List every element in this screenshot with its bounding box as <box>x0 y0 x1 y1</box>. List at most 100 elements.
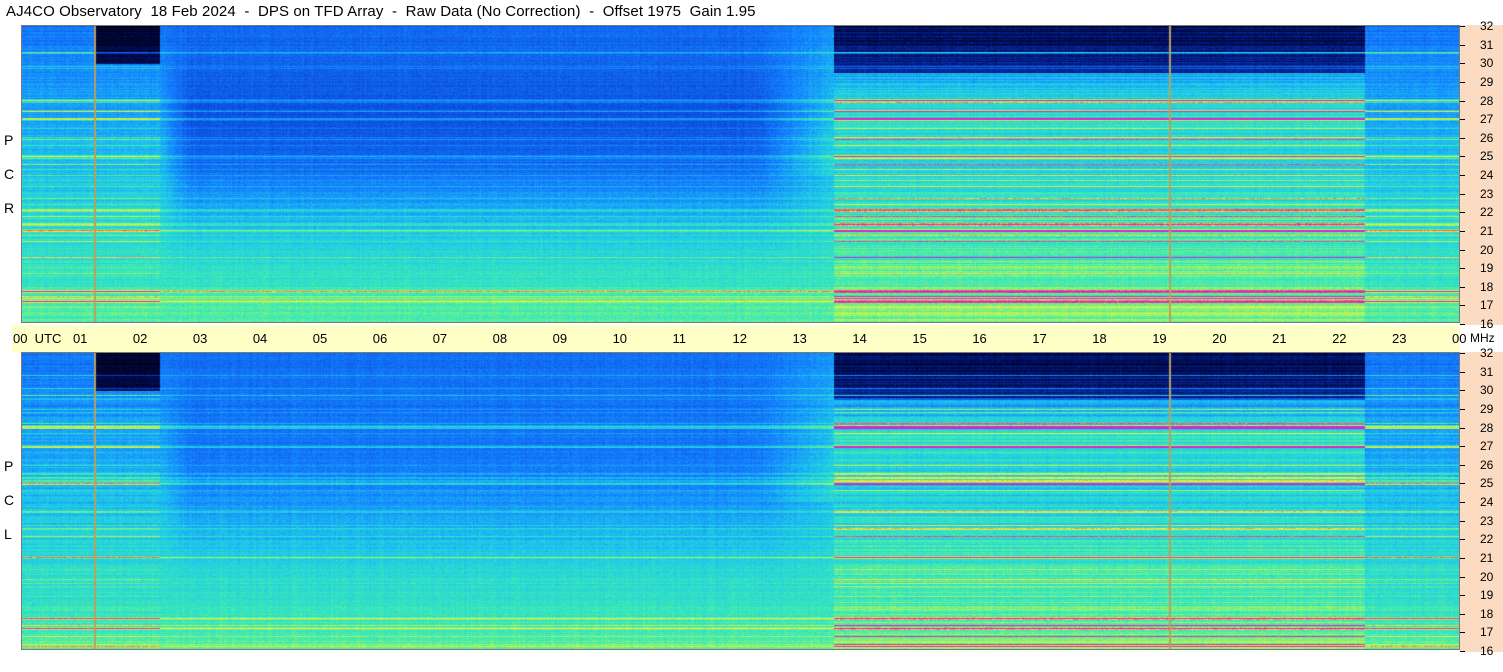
time-tick-24: 00 <box>1452 331 1467 346</box>
freq-tick-mark <box>1460 119 1465 121</box>
time-tick-16: 16 <box>972 331 987 346</box>
freq-tick-label-26: 26 <box>1480 130 1494 145</box>
freq-tick-label-32: 32 <box>1480 346 1494 360</box>
freq-tick-label-23: 23 <box>1480 513 1494 528</box>
freq-tick-mark <box>1460 230 1465 232</box>
time-tick-3: 03 <box>192 331 208 346</box>
lcp-label-3: L <box>4 526 12 542</box>
freq-tick-label-17: 17 <box>1480 625 1494 640</box>
freq-tick-label-19: 19 <box>1480 261 1494 276</box>
rcp-frequency-axis: 32 31 30 29 28 27 26 25 24 23 22 21 20 19 18 17 16 <box>1460 20 1503 330</box>
freq-tick-mark <box>1460 632 1465 634</box>
time-tick-17: 17 <box>1032 331 1047 346</box>
freq-tick-mark <box>1460 576 1465 578</box>
freq-tick-label-29: 29 <box>1480 74 1494 89</box>
freq-tick-mark <box>1460 520 1465 522</box>
chart-title: AJ4CO Observatory 18 Feb 2024 - DPS on T… <box>6 3 756 20</box>
freq-tick-label-20: 20 <box>1480 242 1494 257</box>
freq-tick-mark <box>1460 175 1465 176</box>
freq-tick-label-32: 32 <box>1480 19 1494 33</box>
freq-tick-mark <box>1460 502 1465 503</box>
freq-tick-mark <box>1460 557 1465 559</box>
freq-tick-label-30: 30 <box>1480 56 1494 71</box>
time-tick-23: 23 <box>1392 331 1407 346</box>
freq-tick-mark <box>1460 268 1465 270</box>
time-tick-6: 06 <box>372 331 388 346</box>
freq-tick-mark <box>1460 63 1465 65</box>
freq-tick-label-17: 17 <box>1480 298 1494 313</box>
freq-tick-label-25: 25 <box>1480 149 1494 164</box>
rcp-label-1: P <box>4 132 14 148</box>
freq-tick-label-28: 28 <box>1480 93 1494 108</box>
time-tick-21: 21 <box>1272 331 1287 346</box>
freq-tick-mark <box>1460 595 1465 597</box>
rcp-label-3: R <box>4 200 15 216</box>
time-tick-5: 05 <box>312 331 328 346</box>
freq-tick-label-24: 24 <box>1480 495 1494 509</box>
time-tick-20: 20 <box>1212 331 1227 346</box>
lcp-spectrogram-canvas <box>22 353 1459 649</box>
freq-tick-label-22: 22 <box>1480 205 1494 220</box>
freq-tick-mark <box>1460 137 1465 139</box>
freq-tick-mark <box>1460 408 1465 410</box>
freq-tick-mark <box>1460 156 1465 158</box>
time-tick-4: 04 <box>252 331 268 346</box>
time-tick-12: 12 <box>732 331 747 346</box>
freq-tick-label-23: 23 <box>1480 186 1494 201</box>
freq-tick-mark <box>1460 286 1465 288</box>
freq-tick-label-21: 21 <box>1480 223 1494 238</box>
freq-tick-label-18: 18 <box>1480 606 1494 621</box>
freq-tick-label-31: 31 <box>1480 37 1494 52</box>
freq-tick-mark <box>1460 81 1465 83</box>
freq-tick-label-24: 24 <box>1480 168 1494 182</box>
freq-tick-label-19: 19 <box>1480 588 1494 603</box>
time-tick-11: 11 <box>672 331 687 346</box>
time-tick-18: 18 <box>1092 331 1107 346</box>
freq-tick-mark <box>1460 651 1465 652</box>
freq-tick-label-31: 31 <box>1480 364 1494 379</box>
freq-unit-label: MHz <box>1470 331 1495 345</box>
lcp-frequency-axis: 32 31 30 29 28 27 26 25 24 23 22 21 20 19 18 17 16 <box>1460 347 1503 657</box>
lcp-spectrogram <box>21 352 1460 650</box>
rcp-spectrogram-canvas <box>22 26 1459 322</box>
lcp-label-1: P <box>4 458 14 474</box>
freq-tick-mark <box>1460 427 1465 429</box>
freq-tick-label-16: 16 <box>1480 317 1494 331</box>
time-axis: 00 UTC 01 02 03 04 05 06 07 08 09 10 11 12 13 14 15 16 17… <box>12 325 1466 352</box>
freq-tick-label-28: 28 <box>1480 420 1494 435</box>
freq-tick-mark <box>1460 212 1465 214</box>
freq-tick-label-20: 20 <box>1480 569 1494 584</box>
time-tick-2: 02 <box>132 331 148 346</box>
freq-tick-label-18: 18 <box>1480 279 1494 294</box>
freq-tick-mark <box>1460 539 1465 541</box>
time-tick-15: 15 <box>912 331 927 346</box>
freq-tick-mark <box>1460 26 1465 27</box>
rcp-spectrogram <box>21 25 1460 323</box>
freq-tick-mark <box>1460 193 1465 195</box>
freq-tick-mark <box>1460 44 1465 46</box>
freq-tick-mark <box>1460 305 1465 307</box>
freq-tick-mark <box>1460 324 1465 325</box>
time-tick-13: 13 <box>792 331 807 346</box>
freq-tick-mark <box>1460 353 1465 354</box>
freq-tick-mark <box>1460 464 1465 466</box>
time-tick-10: 10 <box>612 331 628 346</box>
freq-tick-mark <box>1460 390 1465 392</box>
time-tick-1: 01 <box>72 331 88 346</box>
time-tick-7: 07 <box>432 331 448 346</box>
freq-tick-mark <box>1460 100 1465 102</box>
freq-tick-label-27: 27 <box>1480 439 1494 454</box>
freq-tick-mark <box>1460 371 1465 373</box>
freq-tick-mark <box>1460 446 1465 448</box>
freq-tick-label-26: 26 <box>1480 457 1494 472</box>
time-tick-9: 09 <box>552 331 568 346</box>
freq-tick-mark <box>1460 613 1465 615</box>
freq-tick-label-27: 27 <box>1480 112 1494 127</box>
freq-tick-label-29: 29 <box>1480 401 1494 416</box>
freq-tick-label-16: 16 <box>1480 644 1494 658</box>
rcp-label-2: C <box>4 166 15 182</box>
time-tick-8: 08 <box>492 331 508 346</box>
lcp-label-2: C <box>4 492 15 508</box>
time-tick-14: 14 <box>852 331 867 346</box>
freq-tick-mark <box>1460 483 1465 485</box>
